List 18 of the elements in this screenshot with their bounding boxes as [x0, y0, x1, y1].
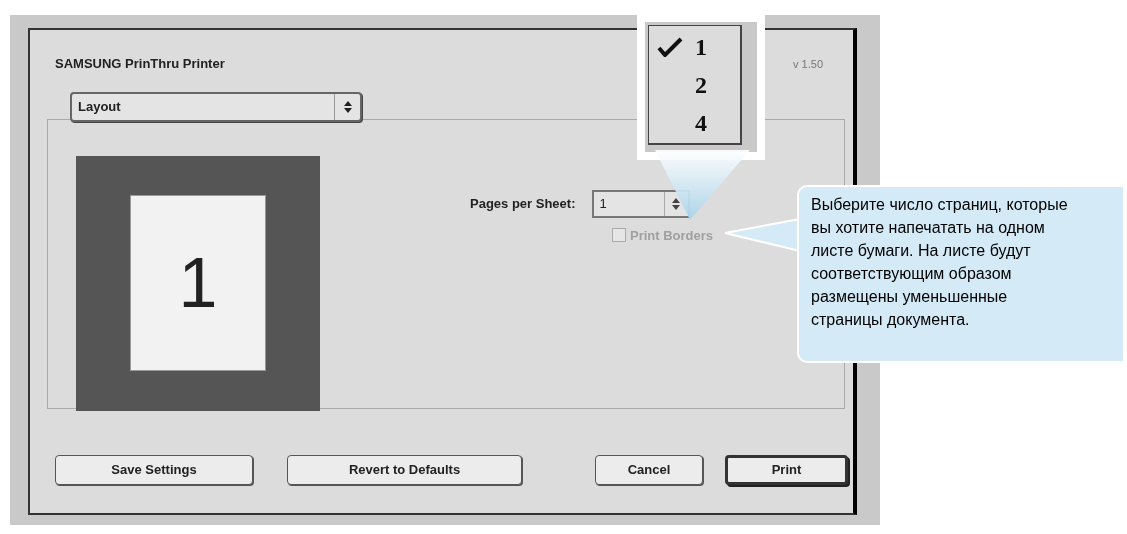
- callout-text: Выберите число страниц, которые вы хотите напечатать на одном листе бумаги. На листе будут соответствующим образом размещены уменьшенные страницы документа.: [811, 195, 1069, 330]
- updown-arrow-icon: [343, 100, 352, 113]
- version-label: v 1.50: [793, 56, 823, 72]
- updown-arrow-icon: [672, 197, 680, 210]
- dialog-button[interactable]: Revert to Defaults: [287, 454, 522, 485]
- panel-dropdown[interactable]: Layout: [70, 91, 362, 122]
- page-preview: 1: [130, 195, 266, 371]
- pages-per-sheet-dropdown[interactable]: 1: [591, 189, 690, 218]
- field-label: Pages per Sheet:: [470, 194, 576, 213]
- checkmark-icon: [657, 37, 683, 57]
- dialog-title: SAMSUNG PrinThru Printer: [55, 55, 225, 73]
- menu-item[interactable]: 1: [649, 28, 740, 66]
- dialog-button[interactable]: Cancel: [595, 454, 703, 485]
- dialog-button[interactable]: Print: [725, 454, 848, 485]
- checkbox-label: Print Borders: [630, 226, 714, 245]
- menu-item[interactable]: 4: [649, 104, 740, 142]
- menu-item[interactable]: 2: [649, 66, 740, 104]
- dialog-button[interactable]: Save Settings: [55, 454, 253, 485]
